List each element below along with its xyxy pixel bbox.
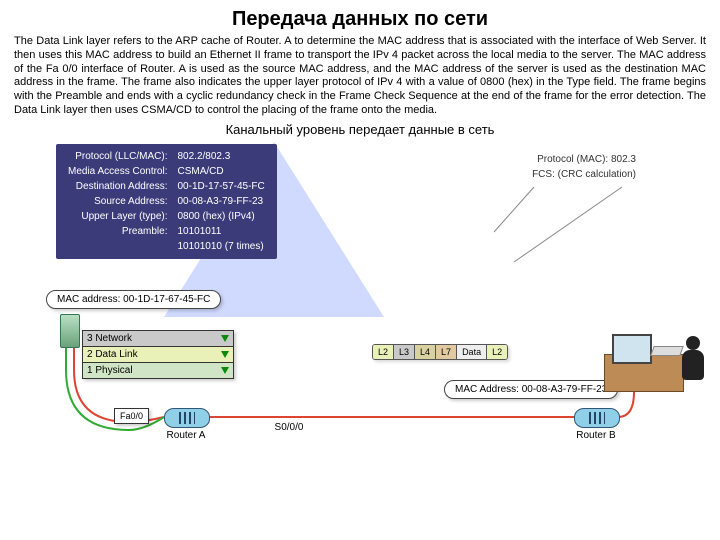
field-value: 0800 (hex) (IPv4): [174, 210, 269, 223]
person-icon: [676, 336, 710, 392]
pdu-l3: L3: [393, 345, 414, 359]
monitor-icon: [612, 334, 652, 364]
frame-fields-panel: Protocol (LLC/MAC):802.2/802.3Media Acce…: [56, 144, 277, 259]
mac-box-server: MAC address: 00-1D-17-67-45-FC: [46, 290, 221, 309]
field-label: Upper Layer (type):: [64, 210, 172, 223]
router-a-icon: [164, 408, 210, 428]
pdu-l7: L7: [435, 345, 456, 359]
field-label: Source Address:: [64, 195, 172, 208]
description-paragraph: The Data Link layer refers to the ARP ca…: [14, 35, 706, 118]
callout-line1: Protocol (MAC): 802.3: [532, 152, 636, 167]
layer-1-row: 1 Physical: [83, 362, 233, 378]
network-diagram: Канальный уровень передает данные в сеть…: [14, 122, 706, 462]
field-value: CSMA/CD: [174, 165, 269, 178]
osi-layers-box: 3 Network 2 Data Link 1 Physical: [82, 330, 234, 379]
callout-line2: FCS: (CRC calculation): [532, 167, 636, 182]
field-value: 00-08-A3-79-FF-23: [174, 195, 269, 208]
router-b-label: Router B: [574, 430, 618, 441]
fa00-label: Fa0/0: [114, 408, 149, 424]
field-label: Media Access Control:: [64, 165, 172, 178]
field-value: 802.2/802.3: [174, 150, 269, 163]
field-value: 10101011: [174, 225, 269, 238]
arrow-down-icon: [221, 351, 229, 358]
field-label: Protocol (LLC/MAC):: [64, 150, 172, 163]
router-a-label: Router A: [164, 430, 208, 441]
s000-label: S0/0/0: [264, 422, 314, 433]
pdu-l2-trailer: L2: [486, 345, 507, 359]
field-label: Destination Address:: [64, 180, 172, 193]
arrow-down-icon: [221, 367, 229, 374]
field-value: 10101010 (7 times): [174, 240, 269, 253]
user-workstation: [604, 322, 700, 392]
pdu-pill: L2 L3 L4 L7 Data L2: [372, 344, 508, 360]
field-value: 00-1D-17-57-45-FC: [174, 180, 269, 193]
page-title: Передача данных по сети: [14, 8, 706, 31]
layer-2-row: 2 Data Link: [83, 346, 233, 362]
pdu-data: Data: [456, 345, 486, 359]
fcs-callout: Protocol (MAC): 802.3 FCS: (CRC calculat…: [532, 152, 636, 182]
router-b-icon: [574, 408, 620, 428]
pdu-l4: L4: [414, 345, 435, 359]
field-label: [64, 240, 172, 253]
server-icon: [60, 314, 80, 348]
layer-3-row: 3 Network: [83, 331, 233, 346]
arrow-down-icon: [221, 335, 229, 342]
pdu-l2: L2: [373, 345, 393, 359]
field-label: Preamble:: [64, 225, 172, 238]
mac-box-router: MAC Address: 00-08-A3-79-FF-23: [444, 380, 618, 399]
diagram-subtitle: Канальный уровень передает данные в сеть: [14, 122, 706, 137]
